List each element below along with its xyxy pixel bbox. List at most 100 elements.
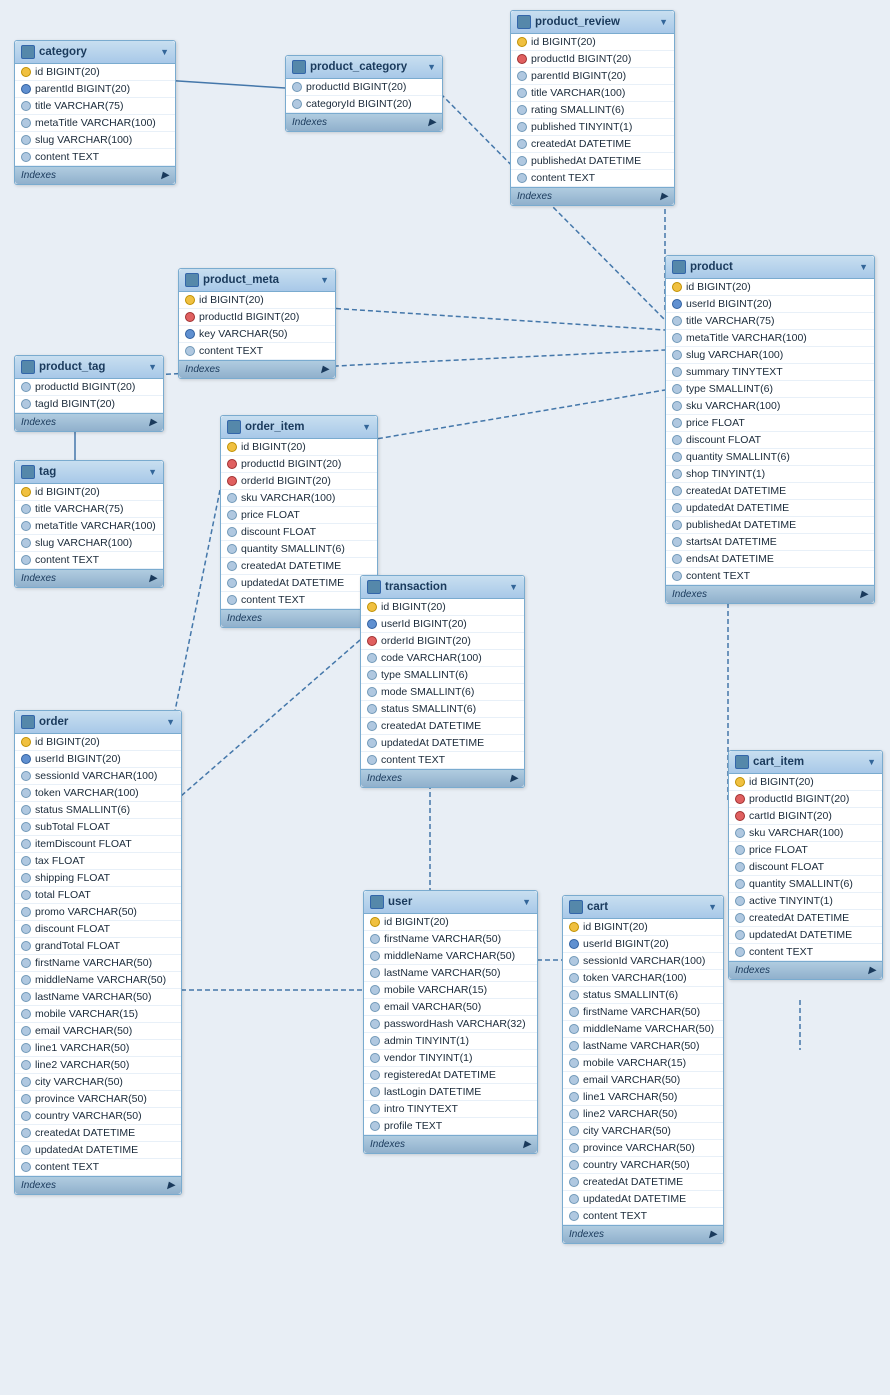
indexes-arrow: ▶ xyxy=(149,573,157,584)
field-row: mobile VARCHAR(15) xyxy=(364,982,537,999)
field-row: title VARCHAR(100) xyxy=(511,85,674,102)
table-cart-item-header[interactable]: cart_item ▼ xyxy=(729,751,882,774)
field-row: productId BIGINT(20) xyxy=(221,456,377,473)
plain-icon xyxy=(21,1060,31,1070)
table-cart-header[interactable]: cart ▼ xyxy=(563,896,723,919)
plain-icon xyxy=(367,653,377,663)
indexes-bar[interactable]: Indexes ▶ xyxy=(15,166,175,184)
field-row: total FLOAT xyxy=(15,887,181,904)
field-row: slug VARCHAR(100) xyxy=(15,132,175,149)
plain-icon xyxy=(672,503,682,513)
field-row: email VARCHAR(50) xyxy=(563,1072,723,1089)
field-row: discount FLOAT xyxy=(666,432,874,449)
dropdown-icon: ▼ xyxy=(148,362,157,372)
plain-icon xyxy=(21,504,31,514)
field-row: country VARCHAR(50) xyxy=(563,1157,723,1174)
field-row: title VARCHAR(75) xyxy=(15,501,163,518)
plain-icon xyxy=(517,122,527,132)
table-product-category-header[interactable]: product_category ▼ xyxy=(286,56,442,79)
table-order-header[interactable]: order ▼ xyxy=(15,711,181,734)
dropdown-icon: ▼ xyxy=(427,62,436,72)
field-row: city VARCHAR(50) xyxy=(15,1074,181,1091)
plain-icon xyxy=(21,788,31,798)
table-product-review-header[interactable]: product_review ▼ xyxy=(511,11,674,34)
field-row: content TEXT xyxy=(15,552,163,569)
table-product-tag-header[interactable]: product_tag ▼ xyxy=(15,356,163,379)
plain-icon xyxy=(672,435,682,445)
dropdown-icon: ▼ xyxy=(859,262,868,272)
indexes-label: Indexes xyxy=(735,965,770,976)
field-row: startsAt DATETIME xyxy=(666,534,874,551)
field-row: id BIGINT(20) xyxy=(666,279,874,296)
plain-icon xyxy=(569,1211,579,1221)
field-row: key VARCHAR(50) xyxy=(179,326,335,343)
plain-icon xyxy=(569,1194,579,1204)
indexes-bar[interactable]: Indexes ▶ xyxy=(15,569,163,587)
fk-icon xyxy=(735,794,745,804)
title: transaction xyxy=(385,581,447,593)
dropdown-icon: ▼ xyxy=(522,897,531,907)
indexes-bar[interactable]: Indexes ▶ xyxy=(563,1225,723,1243)
plain-icon xyxy=(21,382,31,392)
field-row: createdAt DATETIME xyxy=(511,136,674,153)
indexes-bar[interactable]: Indexes ▶ xyxy=(15,1176,181,1194)
table-icon xyxy=(735,755,749,769)
table-product-header[interactable]: product ▼ xyxy=(666,256,874,279)
plain-icon xyxy=(292,99,302,109)
plain-icon xyxy=(21,1077,31,1087)
field-row: createdAt DATETIME xyxy=(15,1125,181,1142)
plain-icon xyxy=(227,510,237,520)
plain-icon xyxy=(21,399,31,409)
table-tag-header[interactable]: tag ▼ xyxy=(15,461,163,484)
field-row: updatedAt DATETIME xyxy=(15,1142,181,1159)
dropdown-icon: ▼ xyxy=(708,902,717,912)
field-row: price FLOAT xyxy=(666,415,874,432)
plain-icon xyxy=(370,1070,380,1080)
plain-icon xyxy=(569,1024,579,1034)
table-category-header[interactable]: category ▼ xyxy=(15,41,175,64)
indexes-label: Indexes xyxy=(21,417,56,428)
plain-icon xyxy=(370,985,380,995)
field-row: productId BIGINT(20) xyxy=(179,309,335,326)
field-row: publishedAt DATETIME xyxy=(666,517,874,534)
key-icon xyxy=(227,442,237,452)
plain-icon xyxy=(672,554,682,564)
field-row: id BIGINT(20) xyxy=(179,292,335,309)
field-row: productId BIGINT(20) xyxy=(729,791,882,808)
indexes-bar[interactable]: Indexes ▶ xyxy=(221,609,377,627)
field-row: lastLogin DATETIME xyxy=(364,1084,537,1101)
table-product-tag: product_tag ▼ productId BIGINT(20) tagId… xyxy=(14,355,164,432)
field-row: id BIGINT(20) xyxy=(15,484,163,501)
field-row: city VARCHAR(50) xyxy=(563,1123,723,1140)
indexes-arrow: ▶ xyxy=(868,965,876,976)
plain-icon xyxy=(569,1041,579,1051)
plain-icon xyxy=(367,704,377,714)
indexes-bar[interactable]: Indexes ▶ xyxy=(666,585,874,603)
field-row: endsAt DATETIME xyxy=(666,551,874,568)
field-row: content TEXT xyxy=(179,343,335,360)
table-user-header[interactable]: user ▼ xyxy=(364,891,537,914)
field-row: promo VARCHAR(50) xyxy=(15,904,181,921)
plain-icon xyxy=(517,156,527,166)
plain-icon xyxy=(517,71,527,81)
key-icon xyxy=(370,917,380,927)
indexes-bar[interactable]: Indexes ▶ xyxy=(511,187,674,205)
plain-icon xyxy=(21,856,31,866)
field-row: updatedAt DATETIME xyxy=(361,735,524,752)
table-order: order ▼ id BIGINT(20) userId BIGINT(20) … xyxy=(14,710,182,1195)
table-order-item-header[interactable]: order_item ▼ xyxy=(221,416,377,439)
field-row: type SMALLINT(6) xyxy=(361,667,524,684)
indexes-bar[interactable]: Indexes ▶ xyxy=(364,1135,537,1153)
indexes-bar[interactable]: Indexes ▶ xyxy=(179,360,335,378)
plain-icon xyxy=(569,1092,579,1102)
indexes-bar[interactable]: Indexes ▶ xyxy=(286,113,442,131)
table-product-meta-header[interactable]: product_meta ▼ xyxy=(179,269,335,292)
field-row: middleName VARCHAR(50) xyxy=(15,972,181,989)
indexes-bar[interactable]: Indexes ▶ xyxy=(729,961,882,979)
indexes-bar[interactable]: Indexes ▶ xyxy=(15,413,163,431)
plain-icon xyxy=(21,941,31,951)
table-transaction-header[interactable]: transaction ▼ xyxy=(361,576,524,599)
field-row: price FLOAT xyxy=(221,507,377,524)
field-row: productId BIGINT(20) xyxy=(15,379,163,396)
indexes-bar[interactable]: Indexes ▶ xyxy=(361,769,524,787)
